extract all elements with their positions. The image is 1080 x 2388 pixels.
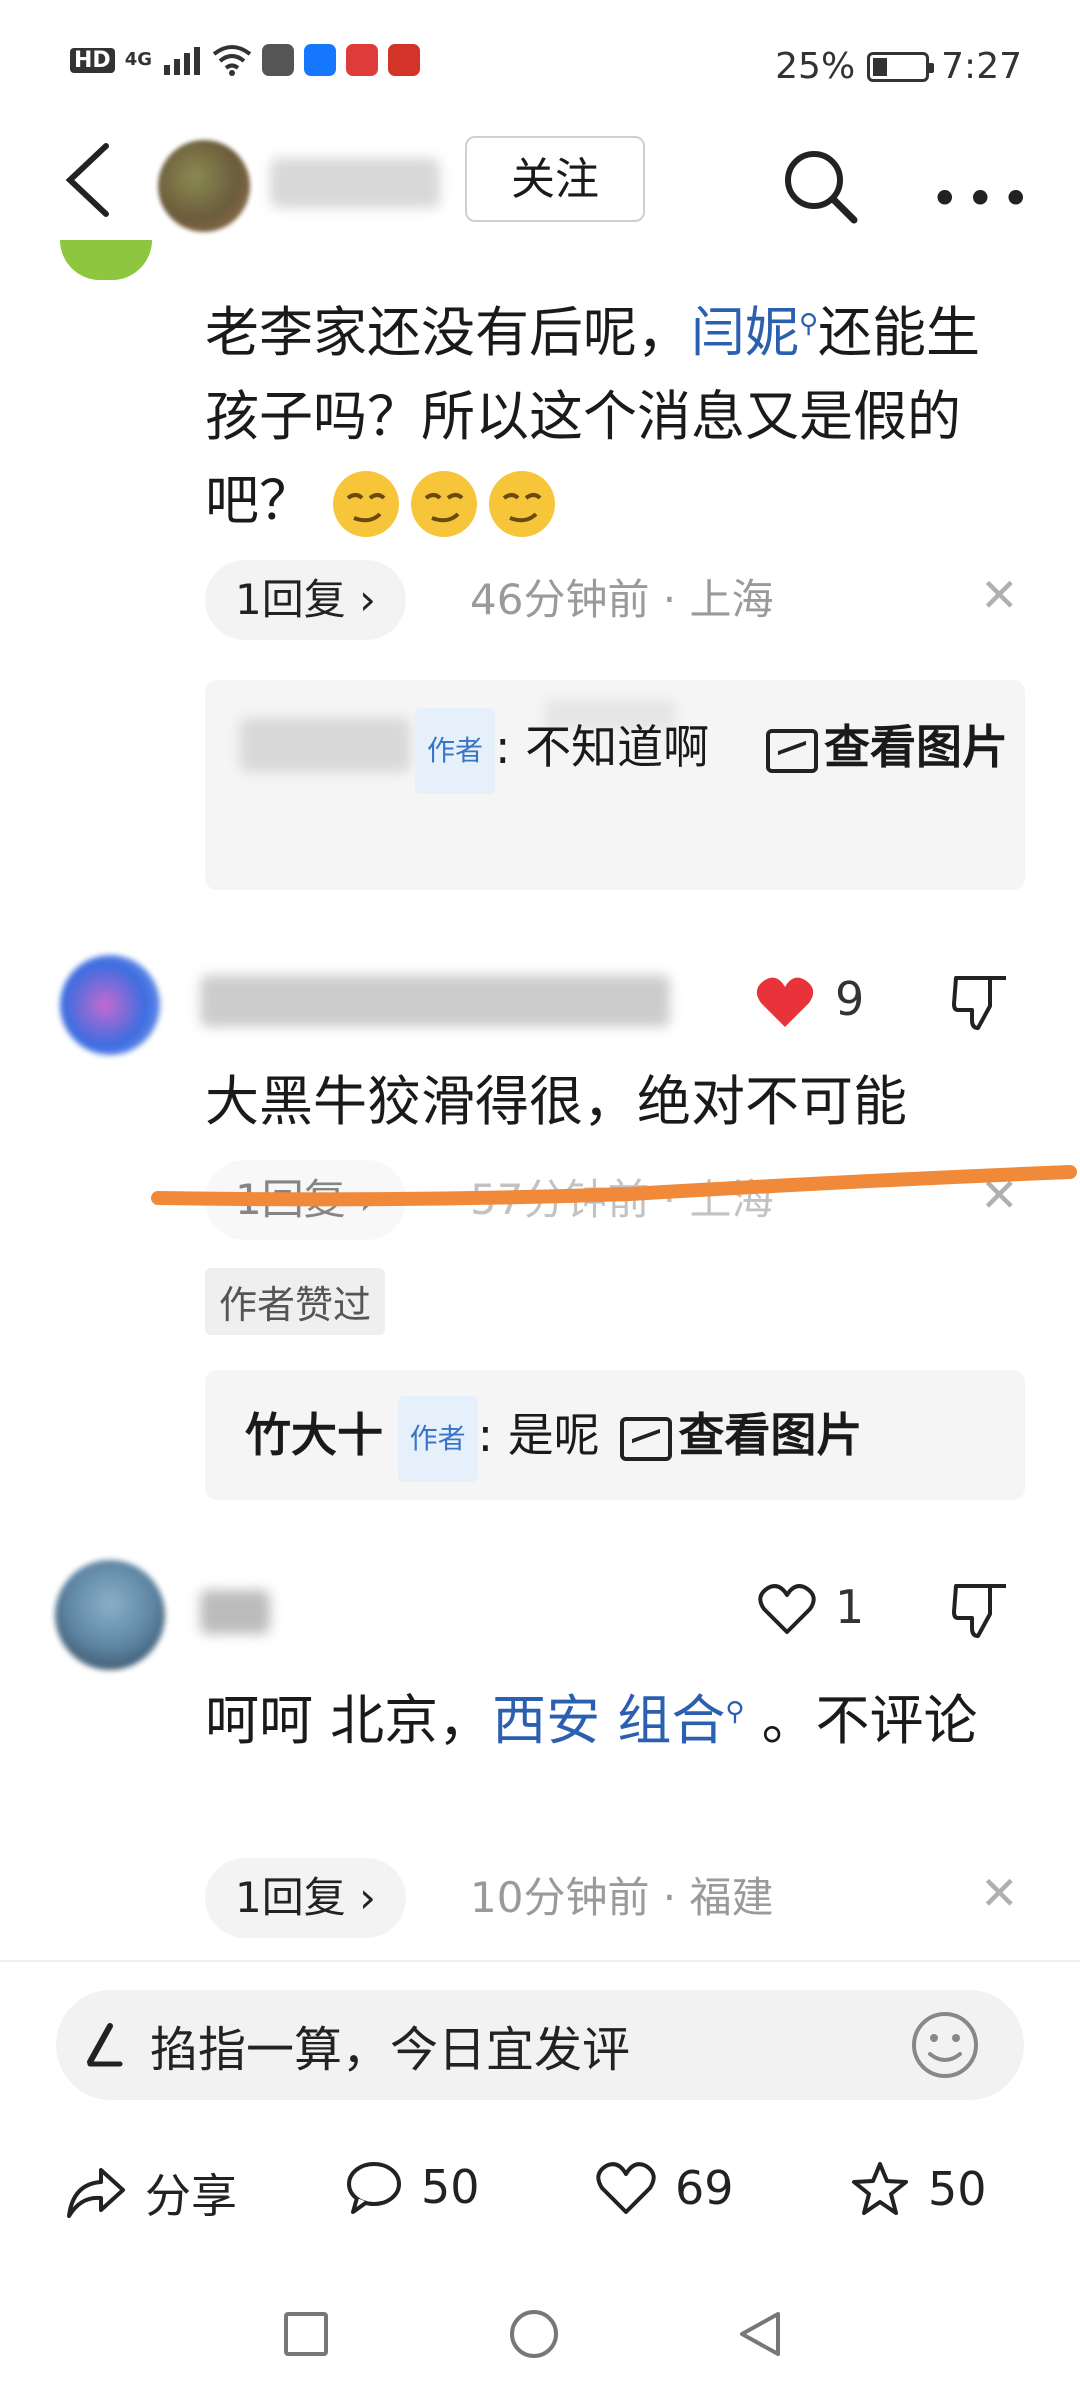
signal-icon bbox=[164, 47, 200, 75]
author-tag: 作者 bbox=[415, 707, 496, 794]
emoji-picker-icon[interactable] bbox=[910, 2010, 980, 2080]
back-nav-icon[interactable] bbox=[736, 2308, 784, 2360]
system-navbar bbox=[0, 2290, 1080, 2388]
image-icon bbox=[620, 1416, 673, 1461]
home-icon[interactable] bbox=[508, 2308, 560, 2360]
search-icon[interactable] bbox=[780, 146, 860, 226]
status-right: 25% 7:27 bbox=[775, 46, 1022, 87]
orange-annotation-stroke bbox=[151, 1165, 1077, 1207]
search-small-icon: ⚲ bbox=[799, 309, 819, 339]
commenter-avatar[interactable] bbox=[60, 240, 152, 280]
favorite-count: 50 bbox=[928, 2162, 987, 2216]
comment-text: 呵呵 北京，西安 组合⚲ 。不评论 bbox=[205, 1689, 978, 1752]
comment-count-button[interactable]: 50 bbox=[345, 2160, 480, 2214]
smirk-emoji-icon bbox=[411, 471, 478, 538]
clock: 7:27 bbox=[941, 46, 1022, 87]
app-notification-icon bbox=[388, 44, 420, 76]
signal-label: 4G bbox=[124, 49, 152, 70]
status-bar: HD 4G 25% 7:27 bbox=[0, 0, 1080, 130]
more-icon[interactable]: ••• bbox=[930, 170, 1036, 228]
follow-button[interactable]: 关注 bbox=[465, 136, 645, 222]
comment-meta: 46分钟前 · 上海 bbox=[470, 575, 774, 624]
star-icon bbox=[852, 2162, 908, 2215]
dislike-icon[interactable] bbox=[950, 972, 1010, 1032]
image-icon bbox=[766, 728, 818, 773]
comment-count: 50 bbox=[421, 2160, 480, 2214]
topic-link[interactable]: 西安 组合 bbox=[492, 1689, 725, 1752]
smirk-emoji-icon bbox=[489, 471, 556, 538]
divider bbox=[0, 1960, 1080, 1962]
recents-icon[interactable] bbox=[282, 2310, 330, 2358]
sub-reply-author[interactable]: 竹大十 bbox=[245, 1408, 383, 1462]
author-liked-badge: 作者赞过 bbox=[205, 1268, 386, 1335]
commenter-name-blurred[interactable] bbox=[200, 975, 670, 1027]
heart-outline-icon[interactable] bbox=[757, 1582, 817, 1636]
network-type: HD bbox=[70, 47, 115, 73]
like-total: 69 bbox=[675, 2161, 734, 2215]
sub-reply-author-blurred[interactable] bbox=[240, 718, 410, 772]
search-small-icon: ⚲ bbox=[725, 1697, 745, 1727]
commenter-avatar[interactable] bbox=[60, 955, 160, 1055]
comment-text: 大黑牛狡滑得很，绝对不可能 bbox=[205, 1070, 907, 1133]
app-notification-icon bbox=[346, 44, 378, 76]
author-tag: 作者 bbox=[397, 1395, 478, 1482]
comment-input-placeholder[interactable]: 掐指一算，今日宜发评 bbox=[150, 2010, 630, 2080]
sub-reply-text: 竹大十 作者: 是呢 查看图片 bbox=[245, 1394, 1015, 1482]
share-button[interactable]: 分享 bbox=[65, 2160, 237, 2226]
pen-icon bbox=[87, 2023, 123, 2067]
view-image-link[interactable]: 查看图片 bbox=[760, 706, 1020, 788]
battery-percent: 25% bbox=[775, 46, 856, 87]
comment-meta: 10分钟前 · 福建 bbox=[470, 1873, 774, 1922]
comment-text: 老李家还没有后呢，闫妮⚲还能生孩子吗？所以这个消息又是假的吧？ bbox=[205, 282, 1005, 543]
alipay-icon bbox=[304, 44, 336, 76]
battery-icon bbox=[867, 51, 935, 82]
like-count: 9 bbox=[835, 972, 865, 1026]
favorite-button[interactable]: 50 bbox=[850, 2160, 987, 2218]
topic-link[interactable]: 闫妮 bbox=[691, 301, 799, 364]
wifi-icon bbox=[212, 45, 252, 76]
view-image-link[interactable]: 查看图片 bbox=[614, 1408, 862, 1462]
status-left: HD 4G bbox=[70, 44, 420, 76]
like-button[interactable]: 69 bbox=[595, 2160, 734, 2216]
smirk-emoji-icon bbox=[333, 471, 400, 538]
reply-count-button[interactable]: 1回复 › bbox=[205, 1858, 406, 1938]
comment-icon bbox=[347, 2162, 401, 2214]
commenter-avatar[interactable] bbox=[55, 1560, 165, 1670]
share-label: 分享 bbox=[145, 2169, 237, 2223]
dislike-icon[interactable] bbox=[950, 1580, 1010, 1640]
author-avatar[interactable] bbox=[158, 140, 250, 232]
like-count: 1 bbox=[835, 1580, 865, 1634]
author-name-blurred[interactable] bbox=[270, 158, 440, 208]
app-notification-icon bbox=[262, 44, 294, 76]
close-icon[interactable]: ✕ bbox=[980, 1866, 1019, 1920]
heart-outline-icon bbox=[596, 2162, 656, 2214]
reply-count-button[interactable]: 1回复 › bbox=[205, 560, 406, 640]
share-icon bbox=[67, 2168, 125, 2218]
emoji-group bbox=[330, 469, 564, 538]
close-icon[interactable]: ✕ bbox=[980, 568, 1019, 622]
heart-filled-icon[interactable] bbox=[755, 975, 815, 1029]
back-icon[interactable] bbox=[60, 140, 114, 220]
commenter-name-blurred[interactable] bbox=[200, 1590, 270, 1634]
